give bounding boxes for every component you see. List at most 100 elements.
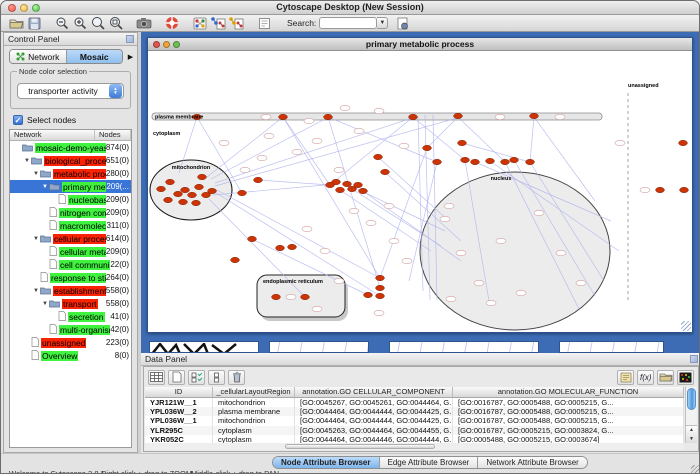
network-node[interactable] (181, 187, 190, 192)
expander-icon[interactable]: ▼ (32, 236, 40, 242)
network-node[interactable] (208, 188, 217, 193)
network-node[interactable] (526, 159, 535, 164)
network-node[interactable] (510, 157, 519, 162)
tree-row[interactable]: nucleobase-209(0) (10, 193, 131, 206)
network-node[interactable] (195, 184, 204, 189)
tab-edge-attribute-browser[interactable]: Edge Attribute Browser (380, 457, 479, 468)
tab-network[interactable]: Network (10, 50, 67, 63)
table-cell[interactable]: [GO:0016787, GO:0005488, GO:0005215, G..… (453, 416, 684, 425)
network-node[interactable] (231, 257, 240, 262)
attribute-notes-button[interactable] (617, 370, 634, 385)
background-window[interactable] (389, 341, 539, 353)
network-node[interactable] (164, 197, 173, 202)
network-node[interactable] (680, 187, 689, 192)
expander-icon[interactable]: ▼ (32, 171, 40, 177)
expander-icon[interactable]: ▼ (41, 184, 49, 190)
edge-mapper-button[interactable] (227, 16, 245, 31)
scroll-down-icon[interactable]: ▼ (689, 436, 694, 442)
network-node[interactable] (238, 190, 247, 195)
expander-icon[interactable]: ▼ (23, 158, 31, 164)
network-node[interactable] (656, 187, 665, 192)
vertical-scrollbar[interactable]: ▲▼ (685, 387, 697, 443)
column-molecular-function[interactable]: annotation.GO MOLECULAR_FUNCTION (453, 387, 684, 397)
node-color-dropdown[interactable]: transporter activity ▲▼ (17, 83, 124, 99)
tab-network-attribute-browser[interactable]: Network Attribute Browser (478, 457, 586, 468)
table-row[interactable]: YLR295Ccytoplasm[GO:0045263, GO:0044464,… (145, 426, 684, 435)
network-node[interactable] (376, 293, 385, 298)
network-node[interactable] (188, 192, 197, 197)
network-node[interactable] (166, 179, 175, 184)
scroll-up-icon[interactable]: ▲ (689, 427, 694, 433)
network-node[interactable] (279, 114, 288, 119)
network-node[interactable] (374, 154, 383, 159)
table-cell[interactable]: YKR052C (145, 435, 213, 443)
tree-row[interactable]: ▼establishment of lo558(0) (10, 284, 131, 297)
network-node[interactable] (343, 181, 352, 186)
table-cell[interactable]: cytoplasm (213, 426, 295, 435)
table-cell[interactable]: YJR121W__1 (145, 398, 213, 407)
snapshot-button[interactable] (135, 16, 153, 31)
network-panel-button[interactable] (191, 16, 209, 31)
table-cell[interactable]: [GO:0044464, GO:0044446, GO:0044444, G..… (295, 435, 453, 443)
tree-row[interactable]: ▼cellular process614(0) (10, 232, 131, 245)
network-node[interactable] (486, 158, 495, 163)
save-session-button[interactable] (25, 16, 43, 31)
window-resize-grip[interactable] (681, 321, 691, 331)
network-node[interactable] (359, 188, 368, 193)
search-dropdown-button[interactable]: ▼ (377, 17, 388, 29)
tree-row[interactable]: nitrogen compo209(0) (10, 206, 131, 219)
table-cell[interactable]: [GO:0044464, GO:0044444, GO:0044425, G..… (295, 407, 453, 416)
network-node[interactable] (198, 174, 207, 179)
table-row[interactable]: YPL036W__2plasma membrane[GO:0044464, GO… (145, 407, 684, 416)
table-cell[interactable]: [GO:0044464, GO:0044444, GO:0044425, G..… (295, 416, 453, 425)
table-cell[interactable]: [GO:0016787, GO:0005488, GO:0005215, G..… (453, 398, 684, 407)
network-node[interactable] (458, 140, 467, 145)
node-mapper-button[interactable] (209, 16, 227, 31)
table-cell[interactable]: plasma membrane (213, 407, 295, 416)
tree-row[interactable]: ▼primary metabo209(... (10, 180, 131, 193)
network-node[interactable] (179, 199, 188, 204)
network-node[interactable] (157, 186, 166, 191)
search-options-button[interactable] (393, 16, 411, 31)
tree-row[interactable]: mosaic-demo-yeast874(0) (10, 141, 131, 154)
tree-row[interactable]: Overview8(0) (10, 349, 131, 362)
scrollbar-arrows[interactable]: ▲▼ (686, 425, 697, 443)
tree-row[interactable]: ▼metabolic process280(0) (10, 167, 131, 180)
float-panel-icon[interactable] (126, 35, 134, 43)
table-cell[interactable]: [GO:0045267, GO:0045261, GO:0044464, G..… (295, 398, 453, 407)
tree-row[interactable]: response to stimulu264(0) (10, 271, 131, 284)
zoom-selected-button[interactable] (107, 16, 125, 31)
table-cell[interactable]: YPL036W__2 (145, 407, 213, 416)
attribute-batch-edit-button[interactable] (188, 370, 205, 385)
table-row[interactable]: YJR121W__1mitochondrion[GO:0045267, GO:0… (145, 398, 684, 407)
network-node[interactable] (423, 145, 432, 150)
tree-row[interactable]: cell communicat22(0) (10, 258, 131, 271)
network-node[interactable] (276, 245, 285, 250)
network-node[interactable] (301, 294, 310, 299)
window-titlebar[interactable]: Cytoscape Desktop (New Session) (1, 1, 699, 15)
column-layout-region[interactable]: _cellularLayoutRegion (213, 387, 295, 397)
expander-icon[interactable]: ▼ (41, 301, 49, 307)
network-node[interactable] (679, 140, 688, 145)
tab-overflow-button[interactable]: ▶ (126, 52, 135, 61)
tree-row[interactable]: cellular metabo209(0) (10, 245, 131, 258)
select-attributes-button[interactable] (148, 370, 165, 385)
column-id[interactable]: ID (145, 387, 213, 397)
network-node[interactable] (409, 114, 418, 119)
network-view-window[interactable]: primary metabolic process plasma membran… (147, 37, 693, 333)
attribute-single-edit-button[interactable] (208, 370, 225, 385)
expander-icon[interactable]: ▼ (32, 288, 40, 294)
network-node[interactable] (376, 285, 385, 290)
tree-row[interactable]: macromolecule311(0) (10, 219, 131, 232)
table-cell[interactable]: [GO:0005488, GO:0005215, GO:0003674] (453, 435, 684, 443)
network-node[interactable] (364, 292, 373, 297)
network-node[interactable] (376, 275, 385, 280)
tab-node-attribute-browser[interactable]: Node Attribute Browser (273, 457, 380, 468)
network-node[interactable] (174, 191, 183, 196)
help-button[interactable] (163, 16, 181, 31)
network-node[interactable] (354, 182, 363, 187)
network-node[interactable] (501, 159, 510, 164)
scrollbar-thumb[interactable] (687, 388, 696, 410)
open-session-button[interactable] (7, 16, 25, 31)
network-node[interactable] (471, 159, 480, 164)
